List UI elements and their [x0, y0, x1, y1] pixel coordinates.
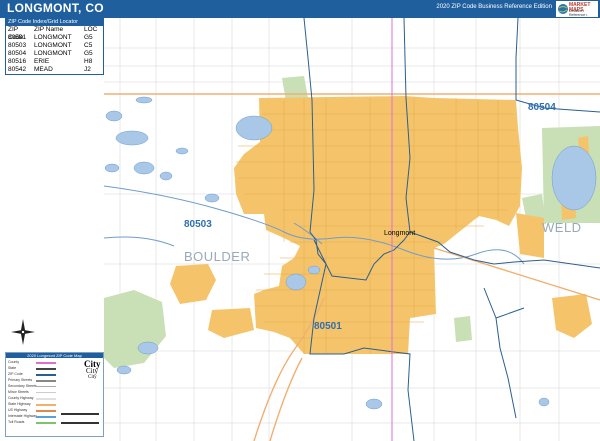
legend-item: Toll Roads: [8, 420, 25, 424]
legend-symbol-interstate: [36, 416, 56, 418]
legend-city-small: City: [88, 375, 97, 380]
county-label-weld: WELD: [542, 220, 582, 235]
header-zip-code: ZIP Code: [8, 26, 24, 41]
legend-symbol-secondary: [36, 386, 56, 387]
zip-name: LONGMONT: [34, 34, 72, 41]
legend-symbol-county: [36, 362, 56, 364]
legend-item: US Highway: [8, 408, 28, 412]
legend-symbol-us-hwy: [36, 410, 56, 412]
zip-name: LONGMONT: [34, 42, 72, 49]
header-zip-name: ZIP Name: [34, 26, 64, 33]
map-canvas: [104, 18, 600, 441]
county-label-boulder: BOULDER: [184, 249, 251, 264]
legend-city-medium: City: [86, 367, 99, 375]
zip-index-title: ZIP Code Index/Grid Locator: [6, 18, 103, 26]
legend-item: Primary Streets: [8, 378, 33, 382]
zip-index-row: 80542 MEAD J2: [6, 66, 103, 74]
city-area: [170, 96, 592, 354]
legend-symbol-state: [36, 368, 56, 370]
legend-symbol-toll: [36, 422, 56, 424]
scale-bar-secondary: [61, 422, 99, 424]
zip-name: LONGMONT: [34, 50, 72, 57]
zip-index-table: ZIP Code Index/Grid Locator ZIP Code ZIP…: [5, 17, 104, 75]
zip-label-80503: 80503: [184, 219, 212, 230]
legend-symbol-state-hwy: [36, 404, 56, 406]
zip-label-80501: 80501: [314, 321, 342, 332]
zip-code: 80504: [8, 50, 27, 57]
legend-item: ZIP Code: [8, 372, 23, 376]
zip-loc: G5: [84, 50, 93, 57]
compass-rose-icon: [11, 319, 35, 345]
edition-label: 2020 ZIP Code Business Reference Edition: [436, 4, 552, 10]
zip-loc: J2: [84, 66, 91, 73]
zip-index-row: 80516 ERIE H8: [6, 58, 103, 66]
brand-logo: MARKET MAPS Detailed • Reference • Editi…: [556, 1, 598, 21]
zip-name: MEAD: [34, 66, 53, 73]
legend-symbol-primary: [36, 380, 56, 382]
legend-item: Secondary Streets: [8, 384, 37, 388]
zip-loc: G5: [84, 34, 93, 41]
title-bar: LONGMONT, CO 2020 ZIP Code Business Refe…: [0, 0, 600, 21]
map-legend: 2020 Longmont ZIP Code Map County State …: [5, 352, 104, 437]
scale-bar: [61, 413, 99, 415]
zip-code: 80501: [8, 34, 27, 41]
map-page: LONGMONT, CO 2020 ZIP Code Business Refe…: [0, 0, 600, 441]
legend-item: State: [8, 366, 17, 370]
legend-item: State Highway: [8, 402, 31, 406]
zip-index-row: 80501 LONGMONT G5: [6, 34, 103, 42]
zip-loc: H8: [84, 58, 93, 65]
header-loc: LOC: [84, 26, 98, 33]
legend-item: Minor Streets: [8, 390, 29, 394]
legend-symbol-zip: [36, 374, 56, 376]
zip-code: 80516: [8, 58, 27, 65]
zip-code: 80542: [8, 66, 27, 73]
zip-code: 80503: [8, 42, 27, 49]
legend-item: Interstate Highway: [8, 414, 37, 418]
map-title: LONGMONT, CO: [7, 1, 104, 15]
zip-name: ERIE: [34, 58, 50, 65]
city-label-longmont: Longmont: [384, 230, 416, 237]
zip-index-header: ZIP Code ZIP Name LOC: [6, 26, 103, 41]
legend-title: 2020 Longmont ZIP Code Map: [6, 353, 103, 358]
zip-label-80504: 80504: [528, 102, 556, 113]
globe-icon: [558, 4, 568, 14]
map-area[interactable]: 80504 80503 80501 BOULDER WELD Longmont: [104, 18, 600, 441]
legend-item: County Highway: [8, 396, 34, 400]
legend-symbol-minor: [36, 392, 56, 393]
legend-item: County: [8, 360, 20, 364]
zip-index-row: 80504 LONGMONT G5: [6, 50, 103, 58]
zip-index-row: 80503 LONGMONT C5: [6, 42, 103, 50]
legend-symbol-county-hwy: [36, 398, 56, 400]
zip-loc: C5: [84, 42, 93, 49]
